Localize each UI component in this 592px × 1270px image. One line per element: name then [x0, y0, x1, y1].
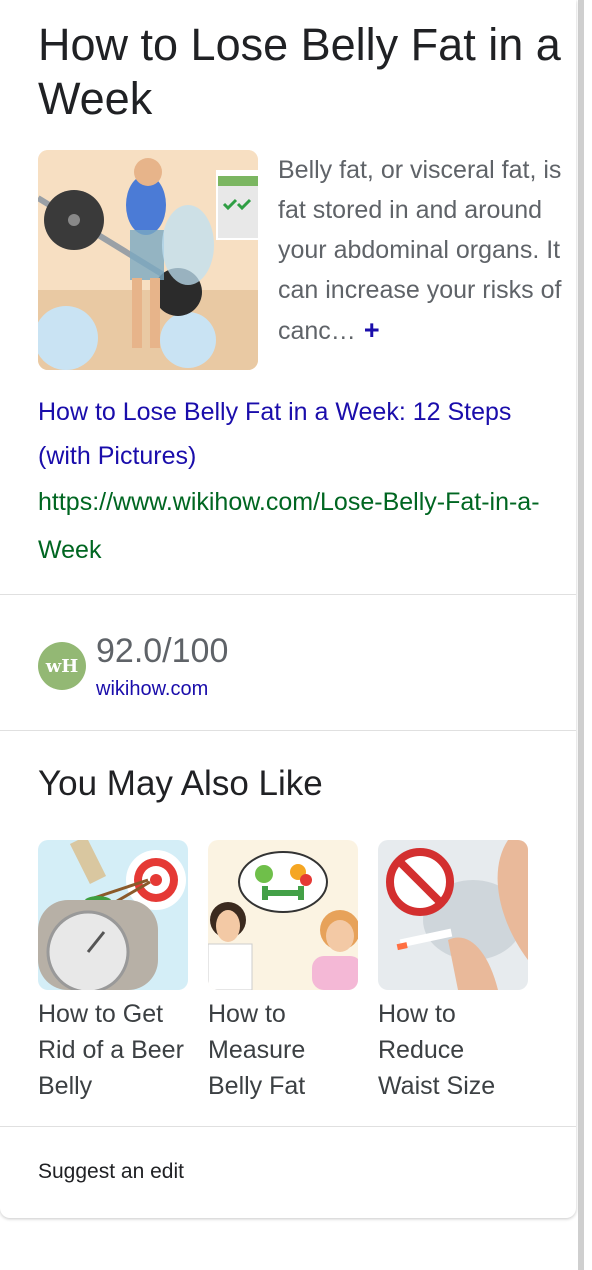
snippet-text: Belly fat, or visceral fat, is fat store…: [278, 156, 562, 345]
also-like-item[interactable]: How to Get Rid of a Beer Belly: [38, 840, 188, 1104]
wikihow-logo: wH: [38, 642, 86, 690]
article-link[interactable]: How to Lose Belly Fat in a Week: 12 Step…: [38, 390, 558, 478]
beer-belly-thumbnail: [38, 840, 188, 990]
scrollbar[interactable]: [578, 0, 584, 1270]
rating-score: 92.0/100: [96, 632, 229, 670]
also-like-label: How to Measure Belly Fat: [208, 1000, 306, 1100]
divider: [0, 730, 576, 731]
measure-belly-thumbnail: [208, 840, 358, 990]
also-like-label: How to Reduce Waist Size: [378, 1000, 496, 1100]
article-thumbnail[interactable]: [38, 150, 258, 370]
rating-site-link[interactable]: wikihow.com: [96, 678, 208, 701]
divider: [0, 1126, 576, 1127]
reduce-waist-thumbnail: [378, 840, 528, 990]
suggest-edit-link[interactable]: Suggest an edit: [38, 1160, 184, 1184]
article-snippet: Belly fat, or visceral fat, is fat store…: [278, 150, 570, 351]
knowledge-card: How to Lose Belly Fat in a Week Belly fa…: [0, 0, 576, 1218]
also-like-item[interactable]: How to Measure Belly Fat: [208, 840, 358, 1104]
plus-icon[interactable]: +: [364, 315, 380, 345]
also-like-item[interactable]: How to Reduce Waist Size: [378, 840, 528, 1104]
article-url[interactable]: https://www.wikihow.com/Lose-Belly-Fat-i…: [38, 478, 558, 574]
also-like-heading: You May Also Like: [38, 764, 323, 803]
deadlift-illustration: [38, 150, 258, 370]
divider: [0, 594, 576, 595]
article-title: How to Lose Belly Fat in a Week: [38, 19, 561, 124]
also-like-label: How to Get Rid of a Beer Belly: [38, 1000, 184, 1100]
